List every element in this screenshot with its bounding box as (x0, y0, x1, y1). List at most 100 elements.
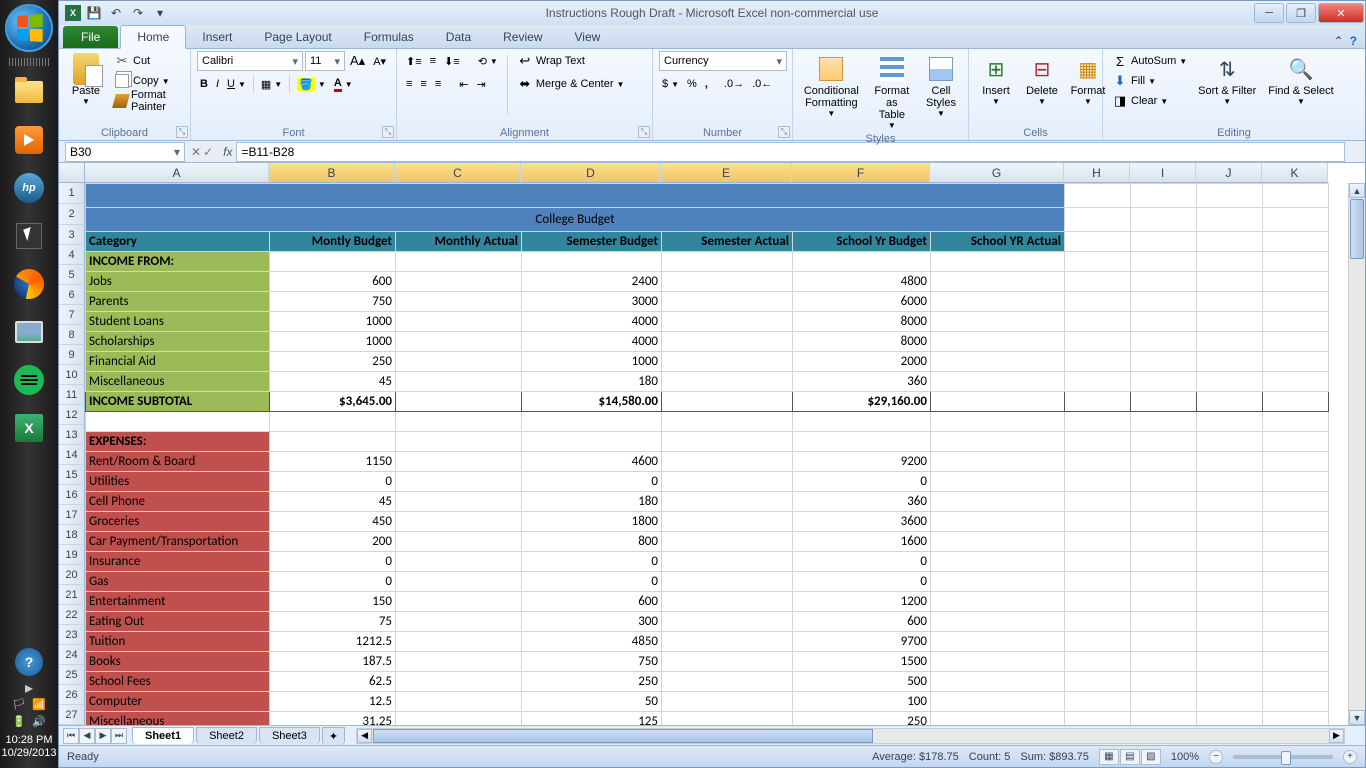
font-name-combo[interactable]: Calibri▾ (197, 51, 303, 71)
page-layout-view-icon[interactable]: ▤ (1120, 749, 1140, 765)
autosum-button[interactable]: ΣAutoSum ▼ (1109, 51, 1190, 71)
cell-E5[interactable] (662, 272, 793, 292)
enter-formula-icon[interactable]: ✓ (203, 145, 213, 159)
sheet-title[interactable]: College Budget (86, 208, 1065, 232)
firefox-icon[interactable] (7, 262, 51, 306)
find-select-button[interactable]: 🔍Find & Select▼ (1264, 51, 1337, 108)
cell-C4[interactable] (396, 252, 522, 272)
cell-B22[interactable]: 75 (270, 612, 396, 632)
cell-F9[interactable]: 2000 (793, 352, 931, 372)
cell-D15[interactable]: 0 (522, 472, 662, 492)
explorer-icon[interactable] (7, 70, 51, 114)
cell-B12[interactable] (270, 412, 396, 432)
cell-A26[interactable]: Computer (86, 692, 270, 712)
col-header-A[interactable]: A (85, 163, 269, 183)
row-header-15[interactable]: 15 (59, 465, 85, 485)
cell-G7[interactable] (931, 312, 1065, 332)
cell-G16[interactable] (931, 492, 1065, 512)
align-center-icon[interactable]: ≡ (417, 74, 429, 94)
scroll-left-icon[interactable]: ◀ (357, 729, 372, 743)
cell-A13[interactable]: EXPENSES: (86, 432, 270, 452)
font-launcher-icon[interactable]: ⤡ (382, 126, 394, 138)
cell-B25[interactable]: 62.5 (270, 672, 396, 692)
cell-B18[interactable]: 200 (270, 532, 396, 552)
fx-icon[interactable]: fx (219, 145, 236, 159)
cell-D4[interactable] (522, 252, 662, 272)
hscroll-thumb[interactable] (373, 729, 873, 743)
cell-A5[interactable]: Jobs (86, 272, 270, 292)
cell-F12[interactable] (793, 412, 931, 432)
cell-C26[interactable] (396, 692, 522, 712)
cell-G8[interactable] (931, 332, 1065, 352)
ribbon-minimize-icon[interactable]: ⌃ (1334, 34, 1344, 48)
align-left-icon[interactable]: ≡ (403, 74, 415, 94)
row-header-3[interactable]: 3 (59, 225, 85, 245)
sheet-tab-1[interactable]: Sheet1 (132, 727, 194, 744)
cell-E13[interactable] (662, 432, 793, 452)
cell-E14[interactable] (662, 452, 793, 472)
cell-E17[interactable] (662, 512, 793, 532)
align-middle-icon[interactable]: ≡ (427, 51, 439, 71)
col-header-G[interactable]: G (930, 163, 1064, 183)
cell-D19[interactable]: 0 (522, 552, 662, 572)
cell-A8[interactable]: Scholarships (86, 332, 270, 352)
cell-C9[interactable] (396, 352, 522, 372)
col-header-I[interactable]: I (1130, 163, 1196, 183)
cell-E16[interactable] (662, 492, 793, 512)
cell-styles-button[interactable]: Cell Styles▼ (920, 51, 962, 120)
cell-G11[interactable] (931, 392, 1065, 412)
cell-D12[interactable] (522, 412, 662, 432)
col-header-D[interactable]: D (521, 163, 661, 183)
cell-G15[interactable] (931, 472, 1065, 492)
cancel-formula-icon[interactable]: ✕ (191, 145, 201, 159)
formulas-tab[interactable]: Formulas (348, 26, 430, 48)
font-size-combo[interactable]: 11▾ (305, 51, 345, 71)
maximize-button[interactable]: ❐ (1286, 3, 1316, 23)
cell-C22[interactable] (396, 612, 522, 632)
row-header-19[interactable]: 19 (59, 545, 85, 565)
alignment-launcher-icon[interactable]: ⤡ (638, 126, 650, 138)
cell-A25[interactable]: School Fees (86, 672, 270, 692)
number-launcher-icon[interactable]: ⤡ (778, 126, 790, 138)
cell-D5[interactable]: 2400 (522, 272, 662, 292)
cell-A14[interactable]: Rent/Room & Board (86, 452, 270, 472)
cell-B14[interactable]: 1150 (270, 452, 396, 472)
comma-format-icon[interactable]: , (702, 74, 711, 94)
header-E[interactable]: Semester Actual (662, 232, 793, 252)
cell-G13[interactable] (931, 432, 1065, 452)
cell-D6[interactable]: 3000 (522, 292, 662, 312)
cell-F16[interactable]: 360 (793, 492, 931, 512)
cell-G4[interactable] (931, 252, 1065, 272)
italic-button[interactable]: I (213, 74, 222, 94)
cut-button[interactable]: ✂Cut (111, 51, 184, 71)
row-header-5[interactable]: 5 (59, 265, 85, 285)
cell-E6[interactable] (662, 292, 793, 312)
row-header-13[interactable]: 13 (59, 425, 85, 445)
cell-F21[interactable]: 1200 (793, 592, 931, 612)
cell-F18[interactable]: 1600 (793, 532, 931, 552)
copy-button[interactable]: Copy ▼ (111, 71, 184, 91)
clear-button[interactable]: ◨Clear ▼ (1109, 91, 1190, 111)
insert-tab[interactable]: Insert (186, 26, 248, 48)
sheet-tab-3[interactable]: Sheet3 (259, 727, 320, 744)
cell-E27[interactable] (662, 712, 793, 726)
cell-B26[interactable]: 12.5 (270, 692, 396, 712)
cell-B7[interactable]: 1000 (270, 312, 396, 332)
select-all-corner[interactable] (59, 163, 85, 183)
cell-E22[interactable] (662, 612, 793, 632)
cell-C23[interactable] (396, 632, 522, 652)
number-format-combo[interactable]: Currency▾ (659, 51, 787, 71)
row-header-2[interactable]: 2 (59, 204, 85, 225)
cell-E4[interactable] (662, 252, 793, 272)
col-header-E[interactable]: E (661, 163, 792, 183)
cell-B21[interactable]: 150 (270, 592, 396, 612)
cell-A16[interactable]: Cell Phone (86, 492, 270, 512)
cell-D11[interactable]: $14,580.00 (522, 392, 662, 412)
row-header-1[interactable]: 1 (59, 183, 85, 204)
cell-F7[interactable]: 8000 (793, 312, 931, 332)
cell-A20[interactable]: Gas (86, 572, 270, 592)
review-tab[interactable]: Review (487, 26, 558, 48)
cell-E21[interactable] (662, 592, 793, 612)
cell-A18[interactable]: Car Payment/Transportation (86, 532, 270, 552)
accounting-format-icon[interactable]: $ ▼ (659, 74, 682, 94)
